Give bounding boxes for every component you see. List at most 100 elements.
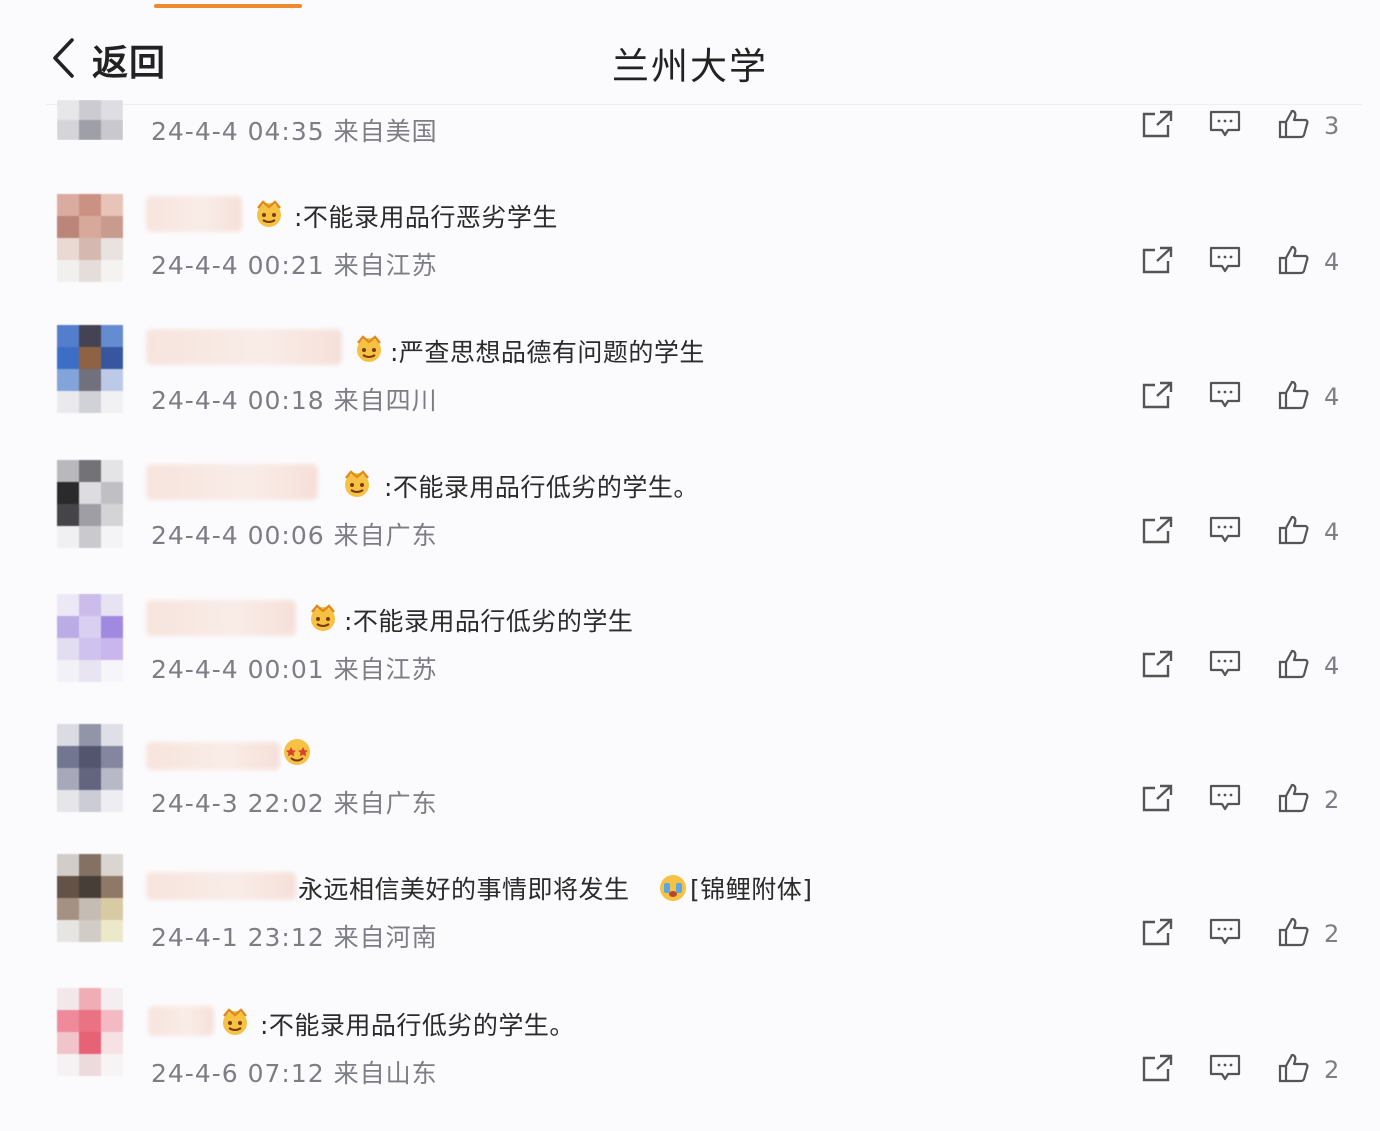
crown-emoji-icon (352, 333, 386, 363)
comment-meta: 24-4-3 22:02 来自广东 (151, 789, 438, 818)
thumbs-up-icon (1276, 245, 1310, 279)
like-count: 4 (1324, 383, 1340, 411)
avatar (57, 460, 123, 548)
reply-button[interactable] (1208, 649, 1242, 683)
avatar (57, 325, 123, 413)
like-count: 4 (1324, 248, 1340, 276)
comment-text: :不能录用品行低劣的学生。 (260, 1011, 575, 1040)
comment-text-suffix: [锦鲤附体] (690, 875, 813, 904)
share-button[interactable] (1140, 783, 1174, 817)
like-button[interactable] (1276, 245, 1310, 279)
comment-meta: 24-4-6 07:12 来自山东 (151, 1059, 438, 1088)
comment-row: :严查思想品德有问题的学生 24-4-4 00:18 来自四川 4 (0, 325, 1380, 460)
comment-icon (1208, 783, 1242, 817)
like-button[interactable] (1276, 1053, 1310, 1087)
thumbs-up-icon (1276, 1053, 1310, 1087)
comment-meta: 24-4-4 04:35 来自美国 (151, 117, 438, 146)
share-button[interactable] (1140, 515, 1174, 549)
comment-page: 返回 兰州大学 24-4-4 04:35 来自美国 3 :不能录用品行恶劣学生 (0, 0, 1380, 1114)
comment-actions: 2 (1140, 1052, 1339, 1088)
share-icon (1140, 380, 1174, 414)
thumbs-up-icon (1276, 109, 1310, 143)
avatar (57, 194, 123, 282)
share-icon (1140, 515, 1174, 549)
share-button[interactable] (1140, 1053, 1174, 1087)
comment-actions: 4 (1140, 244, 1339, 280)
share-icon (1140, 1053, 1174, 1087)
share-button[interactable] (1140, 109, 1174, 143)
comment-meta: 24-4-4 00:06 来自广东 (151, 521, 438, 550)
reply-button[interactable] (1208, 783, 1242, 817)
username (146, 742, 280, 770)
username (146, 196, 242, 232)
reply-button[interactable] (1208, 109, 1242, 143)
comment-icon (1208, 917, 1242, 951)
share-icon (1140, 649, 1174, 683)
reply-button[interactable] (1208, 380, 1242, 414)
comment-row: :不能录用品行低劣的学生 24-4-4 00:01 来自江苏 4 (0, 594, 1380, 729)
comment-icon (1208, 245, 1242, 279)
crown-emoji-icon (340, 468, 374, 498)
reply-button[interactable] (1208, 1053, 1242, 1087)
comment-meta: 24-4-1 23:12 来自河南 (151, 923, 438, 952)
comment-text: 永远相信美好的事情即将发生 (298, 875, 630, 904)
share-icon (1140, 917, 1174, 951)
comment-actions: 4 (1140, 379, 1339, 415)
comment-text: :不能录用品行恶劣学生 (294, 203, 558, 232)
thumbs-up-icon (1276, 649, 1310, 683)
like-count: 4 (1324, 652, 1340, 680)
reply-button[interactable] (1208, 515, 1242, 549)
reply-button[interactable] (1208, 245, 1242, 279)
comment-meta: 24-4-4 00:21 来自江苏 (151, 251, 438, 280)
comment-icon (1208, 515, 1242, 549)
share-icon (1140, 109, 1174, 143)
comment-actions: 3 (1140, 108, 1339, 144)
username (148, 1006, 214, 1036)
avatar (57, 100, 123, 140)
crown-emoji-icon (306, 602, 340, 632)
like-button[interactable] (1276, 109, 1310, 143)
comment-text: :不能录用品行低劣的学生 (344, 607, 634, 636)
comment-actions: 4 (1140, 648, 1339, 684)
avatar (57, 854, 123, 942)
comment-row: 24-4-3 22:02 来自广东 2 (0, 724, 1380, 863)
comment-text: :严查思想品德有问题的学生 (390, 338, 705, 367)
share-button[interactable] (1140, 649, 1174, 683)
thumbs-up-icon (1276, 380, 1310, 414)
comment-text: :不能录用品行低劣的学生。 (384, 473, 699, 502)
crown-emoji-icon (218, 1006, 252, 1036)
comment-row: :不能录用品行低劣的学生。 24-4-4 00:06 来自广东 4 (0, 460, 1380, 595)
comment-actions: 2 (1140, 782, 1339, 818)
share-icon (1140, 245, 1174, 279)
like-count: 2 (1324, 920, 1340, 948)
like-button[interactable] (1276, 783, 1310, 817)
avatar (57, 594, 123, 682)
share-button[interactable] (1140, 380, 1174, 414)
comment-row: 永远相信美好的事情即将发生 [锦鲤附体] 24-4-1 23:12 来自河南 2 (0, 854, 1380, 997)
username (146, 464, 318, 500)
starstruck-emoji-icon (280, 736, 314, 766)
crown-emoji-icon (252, 198, 286, 228)
share-button[interactable] (1140, 245, 1174, 279)
like-count: 2 (1324, 1056, 1340, 1084)
thumbs-up-icon (1276, 515, 1310, 549)
thumbs-up-icon (1276, 783, 1310, 817)
comment-actions: 2 (1140, 916, 1339, 952)
like-count: 4 (1324, 518, 1340, 546)
reply-button[interactable] (1208, 917, 1242, 951)
username (146, 329, 342, 365)
like-button[interactable] (1276, 515, 1310, 549)
comment-row: :不能录用品行恶劣学生 24-4-4 00:21 来自江苏 4 (0, 190, 1380, 325)
like-button[interactable] (1276, 380, 1310, 414)
comment-icon (1208, 1053, 1242, 1087)
like-button[interactable] (1276, 649, 1310, 683)
comment-icon (1208, 109, 1242, 143)
like-count: 3 (1324, 112, 1340, 140)
like-button[interactable] (1276, 917, 1310, 951)
comment-icon (1208, 380, 1242, 414)
comment-row: :不能录用品行低劣的学生。 24-4-6 07:12 来自山东 2 (0, 988, 1380, 1131)
comment-icon (1208, 649, 1242, 683)
avatar (57, 988, 123, 1076)
share-button[interactable] (1140, 917, 1174, 951)
crying-emoji-icon (656, 872, 690, 902)
